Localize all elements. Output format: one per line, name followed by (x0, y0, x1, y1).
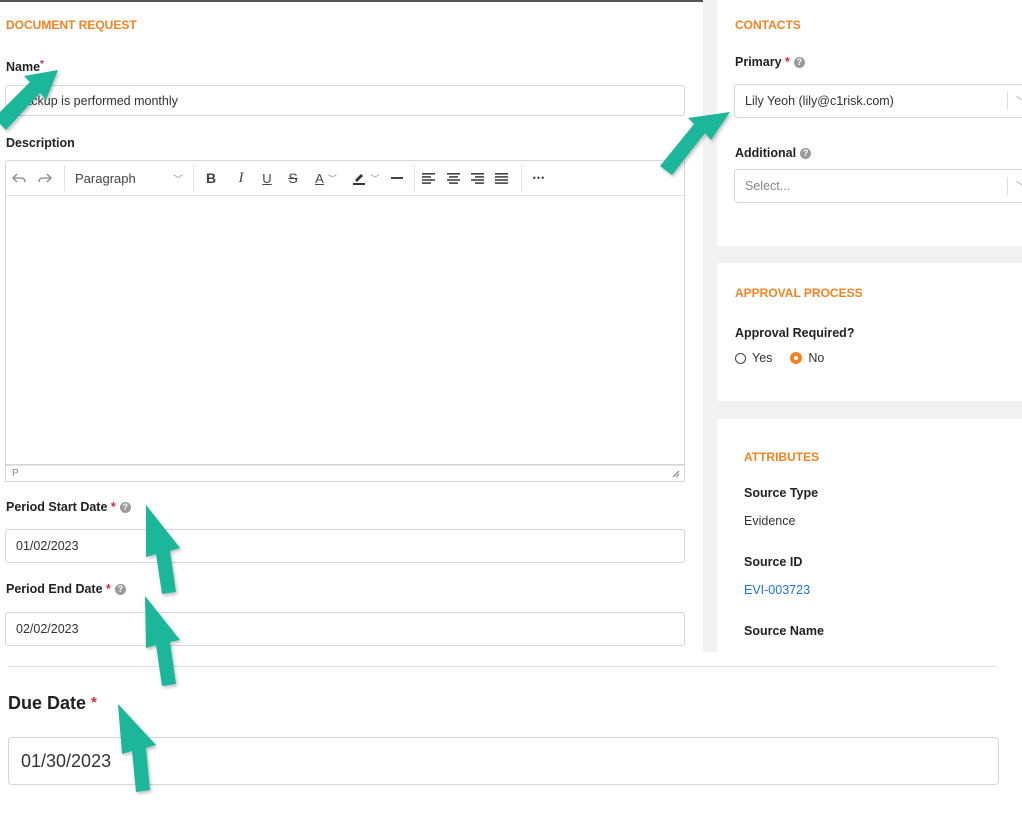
annotation-arrow (0, 70, 58, 130)
annotation-arrow (660, 112, 730, 175)
annotation-arrow (145, 596, 180, 686)
annotation-arrow (146, 505, 180, 594)
annotation-arrow (118, 704, 156, 792)
annotation-arrows (0, 70, 730, 792)
